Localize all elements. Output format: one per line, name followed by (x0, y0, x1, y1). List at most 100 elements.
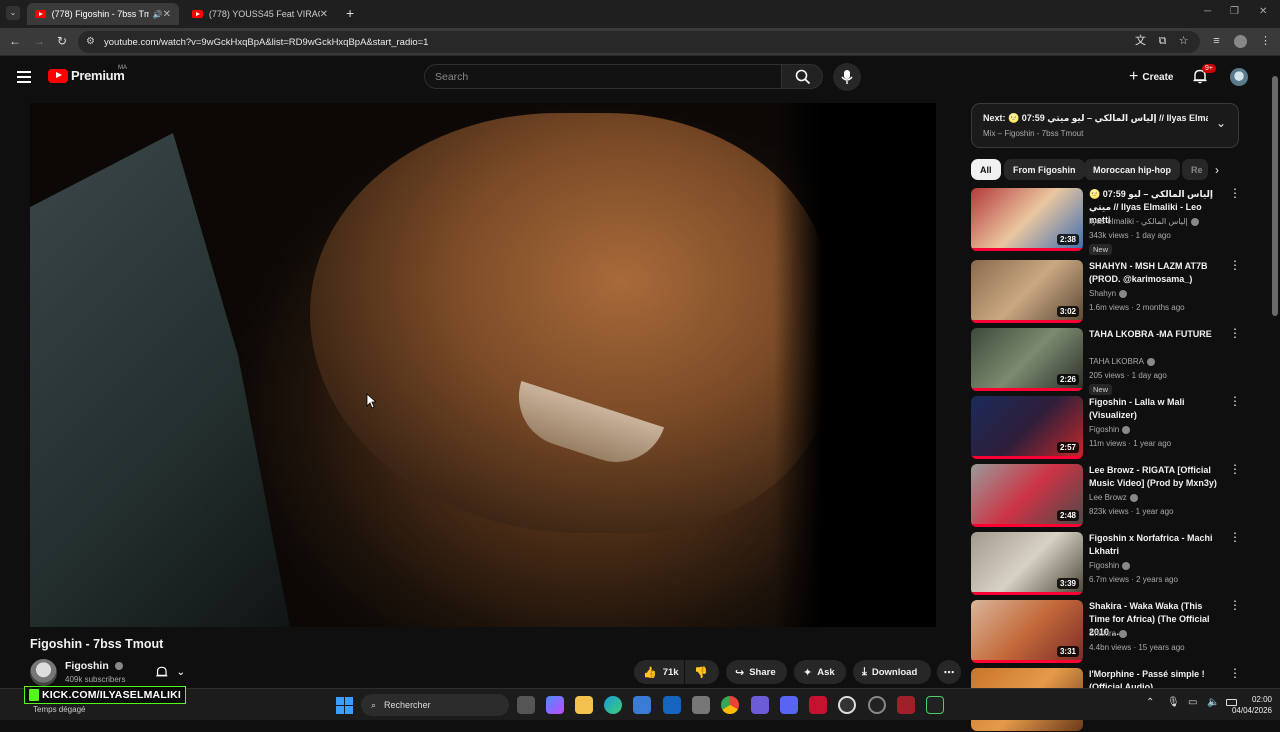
hamburger-menu-icon[interactable] (17, 71, 31, 83)
more-options-icon[interactable]: ⋮ (1229, 395, 1241, 407)
video-thumbnail[interactable]: 2:57 (971, 396, 1083, 459)
browser-tab[interactable]: (778) Figoshin - 7bss Tmout 🔊 ✕ (27, 3, 179, 25)
bookmark-star-icon[interactable]: ☆ (1177, 35, 1190, 48)
video-item-channel[interactable]: Lee Browz (1089, 493, 1138, 502)
url-field[interactable]: ⚙ youtube.com/watch?v=9wGckHxqBpA&list=R… (78, 31, 1200, 53)
video-thumbnail[interactable]: 3:02 (971, 260, 1083, 323)
microphone-icon[interactable]: 🎙 (1167, 697, 1180, 708)
video-thumbnail[interactable]: 2:48 (971, 464, 1083, 527)
new-tab-button[interactable]: + (346, 5, 354, 21)
video-item-title[interactable]: Figoshin - Lalla w Mali (Visualizer) (1089, 396, 1217, 422)
taskbar-search-box[interactable]: ⌕ Rechercher (361, 694, 509, 716)
recommended-video-item[interactable]: 3:02 SHAHYN - MSH LAZM AT7B (PROD. @karim… (971, 259, 1241, 324)
youtube-premium-logo[interactable]: Premium MA (48, 65, 127, 83)
forward-icon[interactable]: → (33, 34, 45, 48)
tray-chevron-up-icon[interactable]: ⌃ (1146, 697, 1154, 708)
voice-search-button[interactable] (833, 63, 861, 91)
recommended-video-item[interactable]: 2:48 Lee Browz - RIGATA [Official Music V… (971, 463, 1241, 528)
restore-icon[interactable]: ❐ (1230, 6, 1239, 17)
recommended-video-item[interactable]: 2:57 Figoshin - Lalla w Mali (Visualizer)… (971, 395, 1241, 460)
more-options-icon[interactable]: ⋮ (1229, 599, 1241, 611)
create-button[interactable]: + Create (1120, 64, 1182, 90)
speaker-icon[interactable]: 🔊 (153, 10, 163, 19)
chips-next-arrow-icon[interactable]: › (1215, 163, 1219, 177)
channel-name[interactable]: Figoshin (65, 660, 123, 672)
more-options-icon[interactable]: ⋮ (1229, 259, 1241, 271)
chip-moroccan-hiphop[interactable]: Moroccan hip-hop (1084, 159, 1180, 180)
video-thumbnail[interactable]: 3:31 (971, 600, 1083, 663)
browser-tab[interactable]: (778) YOUSS45 Feat VIRACOCH ✕ (184, 3, 336, 25)
browser-menu-icon[interactable]: ⋮ (1259, 35, 1272, 48)
recommended-video-item[interactable]: 3:39 Figoshin x Norfafrica - Machi Lkhatr… (971, 531, 1241, 596)
back-icon[interactable]: ← (9, 34, 21, 48)
terminal-icon[interactable] (926, 696, 944, 714)
like-button[interactable]: 👍 71k (634, 660, 684, 684)
video-item-title[interactable]: Lee Browz - RIGATA [Official Music Video… (1089, 464, 1217, 490)
more-options-icon[interactable]: ⋮ (1229, 327, 1241, 339)
video-item-title[interactable]: Figoshin x Norfafrica - Machi Lkhatri (1089, 532, 1217, 558)
minimize-icon[interactable]: ─ (1204, 6, 1211, 17)
start-button[interactable] (336, 697, 353, 714)
profile-avatar-icon[interactable] (1234, 35, 1247, 48)
more-options-icon[interactable]: ⋮ (1229, 187, 1241, 199)
share-button[interactable]: ↪ Share (726, 660, 787, 684)
app-icon[interactable] (692, 696, 710, 714)
video-item-channel[interactable]: ilyas elmaliki - إلياس المالكي (1089, 217, 1199, 226)
discord-icon[interactable] (780, 696, 798, 714)
notifications-button[interactable]: 9+ (1192, 64, 1216, 86)
obs-icon[interactable] (838, 696, 856, 714)
video-thumbnail[interactable]: 2:38 (971, 188, 1083, 251)
recommended-video-item[interactable]: 2:26 TAHA LKOBRA -MA FUTURE TAHA LKOBRA 205… (971, 327, 1241, 395)
video-item-channel[interactable]: TAHA LKOBRA (1089, 357, 1155, 366)
adobe-icon[interactable] (809, 696, 827, 714)
task-view-icon[interactable] (517, 696, 535, 714)
extensions-icon[interactable]: ≡ (1210, 35, 1223, 48)
game-app-icon[interactable] (751, 696, 769, 714)
dislike-button[interactable]: 👎 (685, 660, 719, 684)
more-options-icon[interactable]: ⋮ (1229, 667, 1241, 679)
outlook-icon[interactable] (663, 696, 681, 714)
chevron-down-icon[interactable]: ⌄ (1216, 116, 1226, 130)
app-icon[interactable] (868, 696, 886, 714)
channel-avatar[interactable] (30, 659, 57, 686)
video-item-channel[interactable]: Shakira (1089, 629, 1128, 638)
chip-related[interactable]: Re (1182, 159, 1208, 180)
reload-icon[interactable]: ↻ (57, 34, 67, 48)
edge-icon[interactable] (604, 696, 622, 714)
recommended-video-item[interactable]: 3:31 Shakira - Waka Waka (This Time for A… (971, 599, 1241, 664)
recommended-video-item[interactable]: 2:38 🌝 07:59 إلياس المالكي – ليو ميتي // … (971, 187, 1241, 255)
tab-search-button[interactable]: ⌄ (6, 6, 20, 20)
page-scrollbar[interactable] (1270, 56, 1280, 688)
search-input[interactable]: Search (424, 64, 782, 89)
video-thumbnail[interactable]: 2:26 (971, 328, 1083, 391)
video-item-channel[interactable]: Shahyn (1089, 289, 1128, 298)
site-info-icon[interactable]: ⚙ (86, 36, 95, 47)
network-icon[interactable]: ▭ (1188, 697, 1197, 708)
clock[interactable]: 02:00 04/04/2026 (1216, 694, 1272, 716)
close-window-icon[interactable]: ✕ (1259, 6, 1267, 17)
account-avatar[interactable] (1230, 68, 1248, 86)
up-next-panel[interactable]: Next: 🌝 07:59 إلياس المالكي – ليو ميتي /… (971, 103, 1239, 148)
install-app-icon[interactable]: ⧉ (1156, 35, 1169, 48)
copilot-icon[interactable] (546, 696, 564, 714)
more-options-icon[interactable]: ⋮ (1229, 531, 1241, 543)
video-item-channel[interactable]: Figoshin (1089, 425, 1131, 434)
video-thumbnail[interactable]: 3:39 (971, 532, 1083, 595)
tab-close-icon[interactable]: ✕ (163, 9, 171, 20)
more-actions-button[interactable]: ⋯ (937, 660, 961, 684)
app-icon[interactable] (897, 696, 915, 714)
subscription-notification-button[interactable]: ⌄ (146, 660, 194, 684)
video-item-channel[interactable]: Figoshin (1089, 561, 1131, 570)
chip-all[interactable]: All (971, 159, 1001, 180)
tab-close-icon[interactable]: ✕ (320, 9, 328, 20)
file-explorer-icon[interactable] (575, 696, 593, 714)
search-button[interactable] (781, 64, 823, 89)
video-item-title[interactable]: TAHA LKOBRA -MA FUTURE (1089, 328, 1217, 341)
ask-button[interactable]: ✦ Ask (794, 660, 846, 684)
download-button[interactable]: ⤓ Download (853, 660, 931, 684)
chrome-icon[interactable] (721, 696, 739, 714)
more-options-icon[interactable]: ⋮ (1229, 463, 1241, 475)
video-item-title[interactable]: SHAHYN - MSH LAZM AT7B (PROD. @karimosam… (1089, 260, 1217, 286)
chip-from-channel[interactable]: From Figoshin (1004, 159, 1085, 180)
video-player[interactable] (30, 103, 936, 627)
